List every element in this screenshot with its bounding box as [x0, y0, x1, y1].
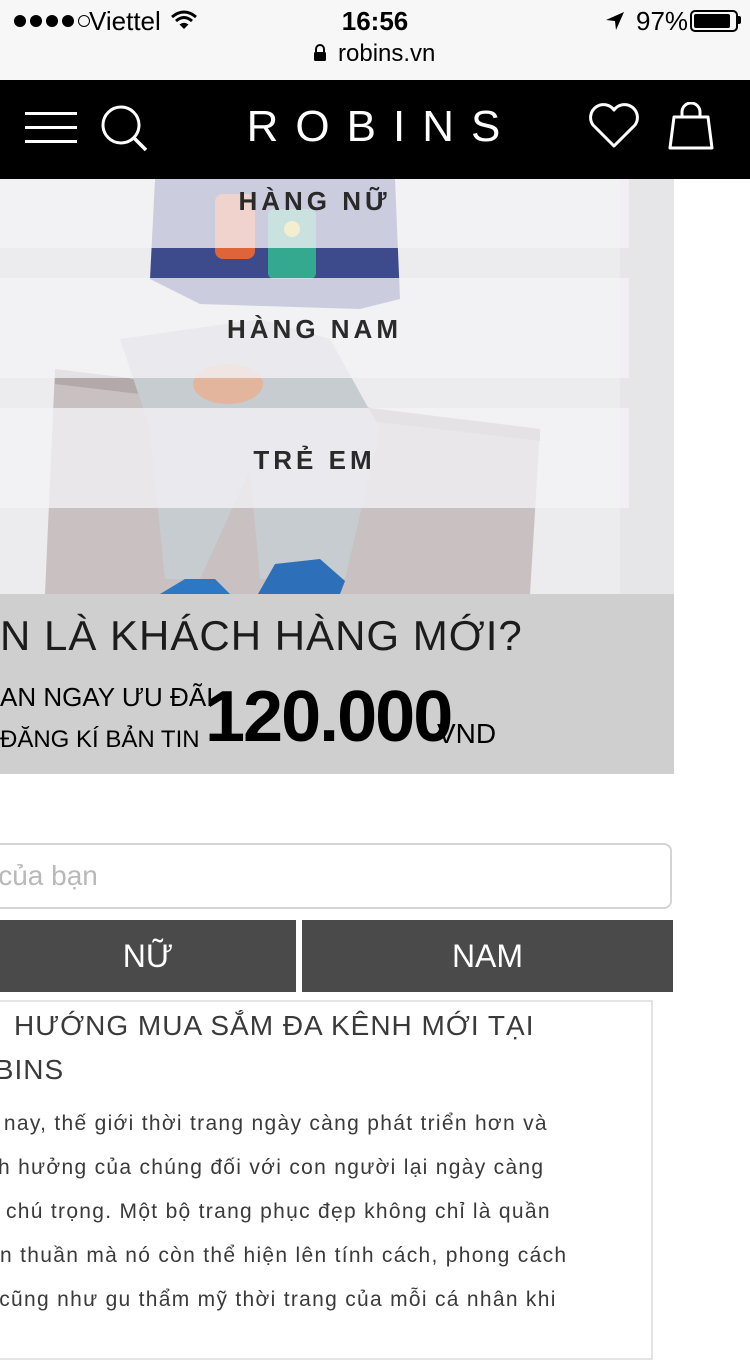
lock-icon — [314, 44, 326, 61]
menu-item-women[interactable]: HÀNG NỮ — [0, 179, 629, 248]
article-line: ợc chú trọng. Một bộ trang phục đẹp khôn… — [0, 1200, 551, 1223]
site-header: ROBINS — [0, 80, 750, 179]
email-field[interactable] — [0, 843, 672, 909]
article-title-line-2: OBINS — [0, 1054, 65, 1085]
hero-banner: HÀNG NỮ HÀNG NAM TRẺ EM — [0, 179, 674, 594]
promo-newsletter-line: ĐĂNG KÍ BẢN TIN — [0, 726, 200, 753]
location-arrow-icon — [606, 12, 624, 30]
article-title: HƯỚNG MUA SẮM ĐA KÊNH MỚI TẠI OBINS — [0, 1004, 592, 1092]
battery-percentage: 97% — [636, 6, 689, 36]
url-bar[interactable]: robins.vn — [338, 40, 435, 68]
article-line: g, cũng như gu thẩm mỹ thời trang của mỗ… — [0, 1288, 557, 1311]
menu-item-men[interactable]: HÀNG NAM — [0, 278, 629, 378]
menu-item-kids[interactable]: TRẺ EM — [0, 408, 629, 508]
battery-icon — [690, 10, 738, 32]
article-box: HƯỚNG MUA SẮM ĐA KÊNH MỚI TẠI OBINS ay n… — [0, 1000, 653, 1360]
male-signup-button[interactable]: NAM — [302, 920, 673, 992]
article-line: ay nay, thế giới thời trang ngày càng ph… — [0, 1112, 548, 1135]
promo-currency: VND — [437, 718, 497, 749]
promo-offer-line: AN NGAY ƯU ĐÃI — [0, 682, 214, 712]
heart-icon[interactable] — [588, 103, 640, 149]
status-bar: Viettel 16:56 97% robins.vn — [0, 0, 750, 80]
promo-amount: 120.000 — [205, 677, 453, 757]
article-line: ảnh hưởng của chúng đối với con người lạ… — [0, 1156, 545, 1179]
article-title-line-1: HƯỚNG MUA SẮM ĐA KÊNH MỚI TẠI — [14, 1010, 535, 1041]
article-line: đơn thuần mà nó còn thể hiện lên tính cá… — [0, 1244, 568, 1267]
female-signup-button[interactable]: NỮ — [0, 920, 296, 992]
article-body: ay nay, thế giới thời trang ngày càng ph… — [0, 1102, 632, 1322]
shopping-bag-icon[interactable] — [667, 102, 715, 152]
battery-tip — [738, 16, 741, 24]
promo-headline: N LÀ KHÁCH HÀNG MỚI? — [0, 612, 523, 659]
